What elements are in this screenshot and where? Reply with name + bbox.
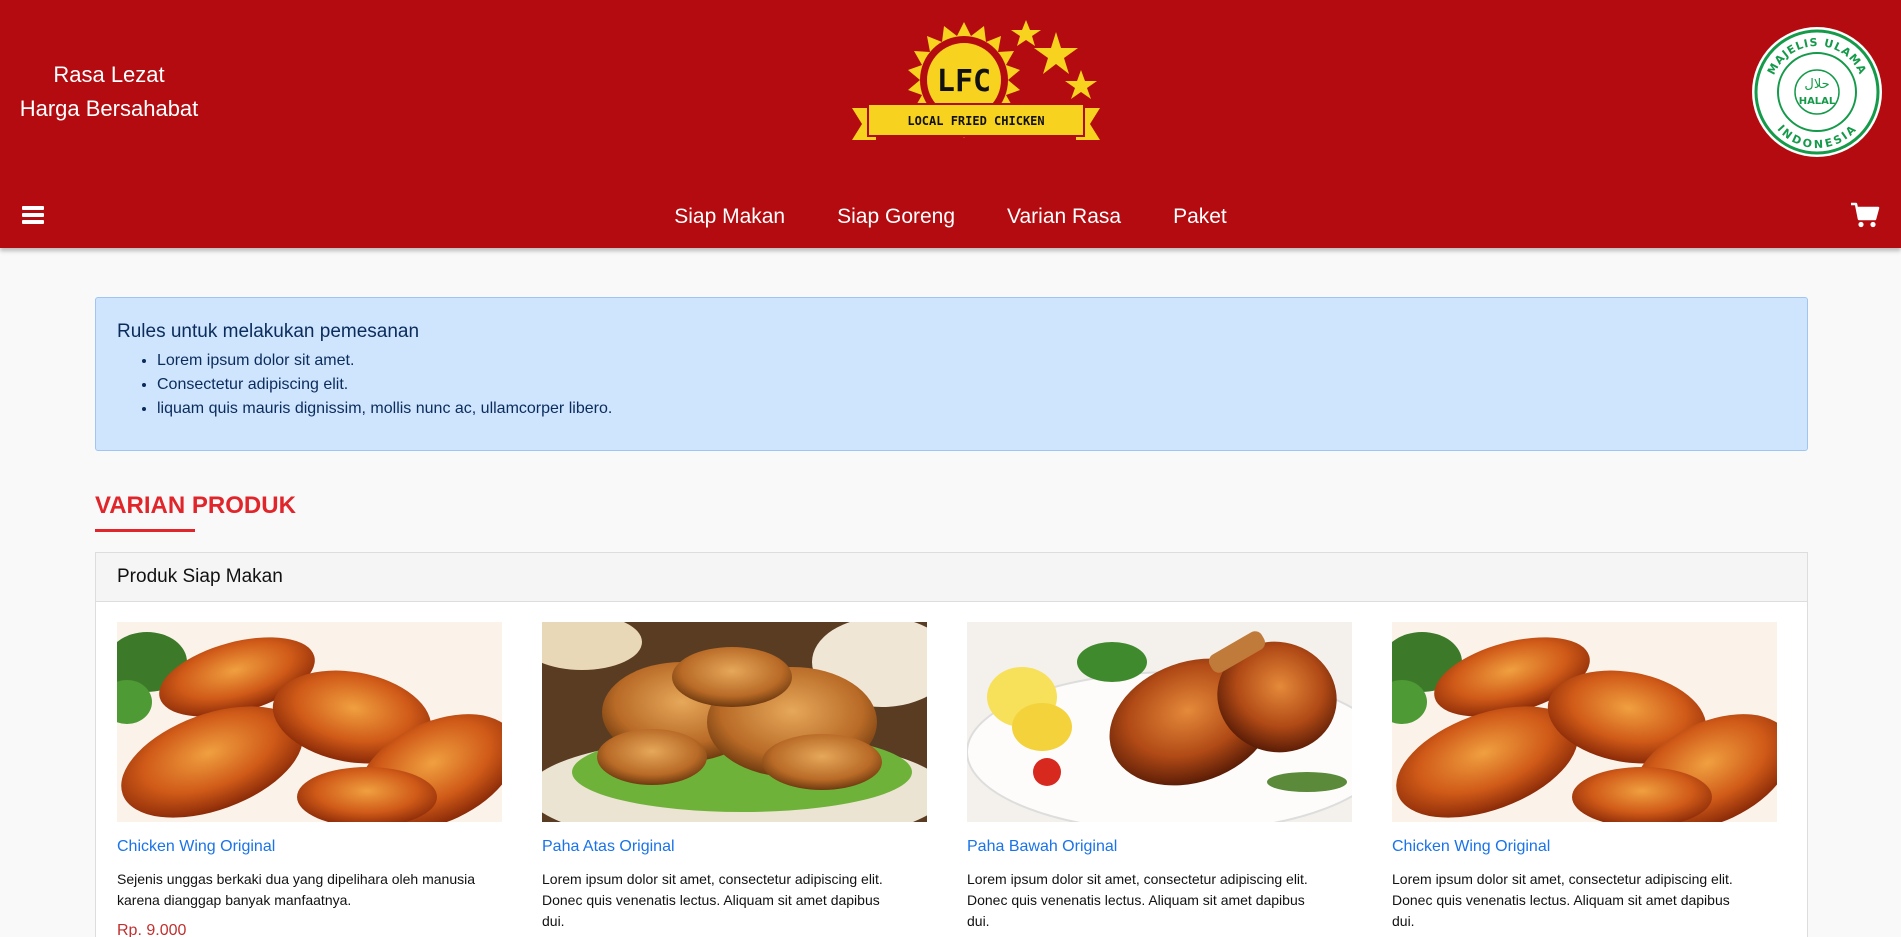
halal-arabic-text: حلال xyxy=(1804,77,1829,92)
product-card: Paha Bawah Original Lorem ipsum dolor si… xyxy=(966,622,1388,937)
logo-ribbon: LOCAL FRIED CHICKEN xyxy=(852,103,1100,140)
product-image-paha-atas[interactable] xyxy=(522,614,952,847)
product-description: Lorem ipsum dolor sit amet, consectetur … xyxy=(542,871,883,929)
main-nav: Siap Makan Siap Goreng Varian Rasa Paket xyxy=(0,200,1901,234)
product-card: Chicken Wing Original Sejenis unggas ber… xyxy=(102,622,517,937)
product-card: Paha Atas Original Lorem ipsum dolor sit… xyxy=(522,614,952,937)
product-description: Lorem ipsum dolor sit amet, consectetur … xyxy=(967,871,1308,929)
product-name[interactable]: Chicken Wing Original xyxy=(1392,837,1777,857)
rules-title: Rules untuk melakukan pemesanan xyxy=(117,321,420,342)
section-title: VARIAN PRODUK xyxy=(95,492,296,519)
section-title-underline xyxy=(95,529,195,532)
rules-item: Lorem ipsum dolor sit amet. xyxy=(157,349,1786,373)
logo-text: LFC xyxy=(937,64,991,99)
order-rules-alert: Rules untuk melakukan pemesanan Lorem ip… xyxy=(95,297,1808,451)
product-name[interactable]: Paha Bawah Original xyxy=(967,837,1352,857)
product-price: Rp. 9.000 xyxy=(117,922,187,937)
product-name[interactable]: Chicken Wing Original xyxy=(117,837,502,857)
halal-center-text: HALAL xyxy=(1799,96,1836,107)
product-card: Chicken Wing Original Lorem ipsum dolor … xyxy=(1377,622,1792,937)
rules-item: liquam quis mauris dignissim, mollis nun… xyxy=(157,397,1786,421)
nav-siap-goreng[interactable]: Siap Goreng xyxy=(837,200,955,234)
logo-stars xyxy=(1011,20,1097,99)
main-content: Rules untuk melakukan pemesanan Lorem ip… xyxy=(95,297,1808,937)
product-description: Sejenis unggas berkaki dua yang dipeliha… xyxy=(117,871,476,908)
halal-seal: MAJELIS ULAMA INDONESIA حلال HALAL xyxy=(1752,27,1882,157)
tagline-line-2: Harga Bersahabat xyxy=(19,96,199,121)
product-grid: Chicken Wing Original Sejenis unggas ber… xyxy=(96,602,1807,937)
product-image-chicken-wing[interactable] xyxy=(1377,622,1792,830)
product-name[interactable]: Paha Atas Original xyxy=(542,837,927,857)
product-panel: Produk Siap Makan Chicken Wing Original … xyxy=(95,552,1808,937)
lfc-logo[interactable]: LFC LOCAL FRIED CHICKEN xyxy=(848,18,1104,168)
site-header: Rasa Lezat Harga Bersahabat LFC LOCAL FR… xyxy=(0,0,1901,248)
product-description: Lorem ipsum dolor sit amet, consectetur … xyxy=(1392,871,1733,929)
nav-paket[interactable]: Paket xyxy=(1173,200,1227,234)
panel-title: Produk Siap Makan xyxy=(96,553,1807,602)
tagline: Rasa Lezat Harga Bersahabat xyxy=(8,58,210,126)
product-image-chicken-wing[interactable] xyxy=(102,622,517,830)
rules-list: Lorem ipsum dolor sit amet. Consectetur … xyxy=(117,349,1786,421)
nav-varian-rasa[interactable]: Varian Rasa xyxy=(1007,200,1121,234)
rules-item: Consectetur adipiscing elit. xyxy=(157,373,1786,397)
product-image-paha-bawah[interactable] xyxy=(966,622,1388,833)
logo-subtext: LOCAL FRIED CHICKEN xyxy=(907,114,1044,128)
tagline-line-1: Rasa Lezat xyxy=(53,62,165,87)
shopping-cart-icon[interactable] xyxy=(1850,201,1880,229)
nav-siap-makan[interactable]: Siap Makan xyxy=(674,200,785,234)
